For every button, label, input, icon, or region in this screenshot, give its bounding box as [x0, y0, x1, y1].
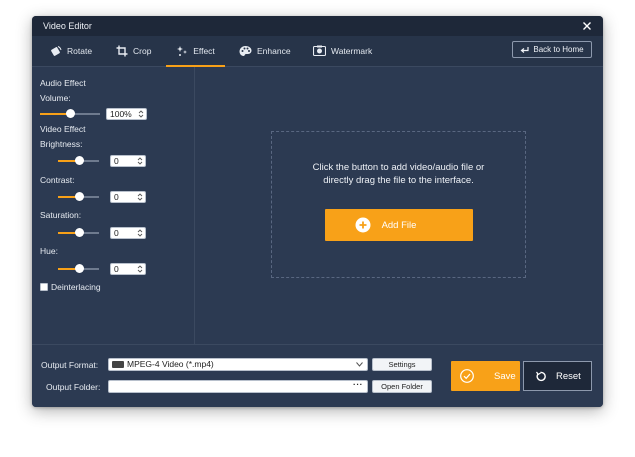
brightness-label: Brightness:: [40, 139, 83, 149]
audio-effect-heading: Audio Effect: [40, 78, 86, 88]
saturation-slider[interactable]: [58, 228, 99, 237]
save-button[interactable]: Save: [451, 361, 520, 391]
reset-label: Reset: [556, 370, 581, 382]
contrast-label: Contrast:: [40, 175, 75, 185]
volume-slider-knob[interactable]: [66, 109, 75, 118]
reset-icon: [536, 371, 546, 381]
tab-enhance-label: Enhance: [257, 46, 291, 56]
crop-icon: [116, 45, 128, 57]
tab-rotate[interactable]: Rotate: [50, 36, 92, 66]
deinterlacing-label: Deinterlacing: [51, 282, 101, 292]
open-folder-button[interactable]: Open Folder: [372, 380, 432, 393]
check-circle-icon: [460, 369, 474, 383]
output-folder-label: Output Folder:: [46, 382, 101, 392]
contrast-value: 0: [114, 192, 119, 202]
rotate-icon: [51, 46, 62, 56]
saturation-value: 0: [114, 228, 119, 238]
save-label: Save: [494, 370, 516, 382]
stepper-arrows-icon[interactable]: [138, 110, 144, 118]
more-options-icon[interactable]: ···: [353, 379, 363, 390]
brightness-value: 0: [114, 156, 119, 166]
output-format-select[interactable]: MPEG-4 Video (*.mp4): [108, 358, 368, 371]
contrast-slider-knob[interactable]: [74, 192, 84, 201]
chevron-down-icon: [356, 362, 363, 367]
stepper-arrows-icon[interactable]: [137, 157, 143, 165]
enhance-icon: [239, 46, 252, 56]
hue-slider-knob[interactable]: [74, 264, 84, 273]
contrast-stepper[interactable]: 0: [110, 191, 146, 203]
brightness-stepper[interactable]: 0: [110, 155, 146, 167]
tab-watermark[interactable]: Watermark: [313, 36, 372, 66]
tab-effect-label: Effect: [193, 46, 215, 56]
stepper-arrows-icon[interactable]: [137, 229, 143, 237]
reset-button[interactable]: Reset: [523, 361, 592, 391]
hue-value: 0: [114, 264, 119, 274]
plus-circle-icon: [355, 217, 371, 233]
effect-icon: [177, 46, 188, 56]
settings-button[interactable]: Settings: [372, 358, 432, 371]
tab-watermark-label: Watermark: [331, 46, 373, 56]
video-editor-window: Video Editor Rotate Crop Effect Enhance …: [32, 16, 603, 407]
saturation-label: Saturation:: [40, 210, 82, 220]
tab-bar: Rotate Crop Effect Enhance Watermark Bac…: [32, 36, 603, 67]
stepper-arrows-icon[interactable]: [137, 193, 143, 201]
saturation-slider-knob[interactable]: [74, 228, 84, 237]
hue-slider[interactable]: [58, 264, 99, 273]
back-to-home-button[interactable]: Back to Home: [512, 41, 592, 58]
back-arrow-icon: [520, 46, 529, 53]
effect-settings-panel: Audio Effect Volume: 100% Video Effect B…: [32, 67, 195, 344]
contrast-slider[interactable]: [58, 192, 99, 201]
watermark-icon: [313, 45, 326, 57]
back-to-home-label: Back to Home: [533, 45, 584, 54]
hue-label: Hue:: [40, 246, 58, 256]
output-folder-field[interactable]: ···: [108, 379, 368, 393]
add-file-label: Add File: [381, 219, 417, 231]
drop-instructions-line2: directly drag the file to the interface.: [323, 175, 474, 186]
video-effect-heading: Video Effect: [40, 124, 86, 134]
volume-value: 100%: [110, 109, 132, 119]
brightness-slider-knob[interactable]: [74, 156, 84, 165]
mp4-format-icon: [112, 361, 124, 368]
title-bar: Video Editor: [32, 16, 603, 36]
volume-stepper[interactable]: 100%: [106, 108, 147, 120]
file-drop-zone[interactable]: Click the button to add video/audio file…: [271, 131, 526, 278]
tab-effect[interactable]: Effect: [166, 36, 225, 67]
tab-crop[interactable]: Crop: [116, 36, 151, 66]
volume-label: Volume:: [40, 93, 71, 103]
tab-crop-label: Crop: [133, 46, 152, 56]
brightness-slider[interactable]: [58, 156, 99, 165]
drop-instructions: Click the button to add video/audio file…: [272, 161, 525, 187]
saturation-stepper[interactable]: 0: [110, 227, 146, 239]
volume-slider[interactable]: [40, 109, 100, 118]
drop-instructions-line1: Click the button to add video/audio file…: [312, 162, 485, 173]
tab-enhance[interactable]: Enhance: [239, 36, 291, 66]
hue-stepper[interactable]: 0: [110, 263, 146, 275]
add-file-button[interactable]: Add File: [325, 209, 473, 241]
output-bar: Output Format: MPEG-4 Video (*.mp4) Sett…: [32, 344, 603, 407]
stepper-arrows-icon[interactable]: [137, 265, 143, 273]
output-format-value: MPEG-4 Video (*.mp4): [127, 359, 214, 369]
tab-rotate-label: Rotate: [67, 46, 93, 56]
output-format-label: Output Format:: [41, 360, 99, 370]
window-title: Video Editor: [43, 21, 92, 31]
deinterlacing-checkbox[interactable]: [40, 283, 48, 291]
close-icon[interactable]: [580, 19, 594, 33]
